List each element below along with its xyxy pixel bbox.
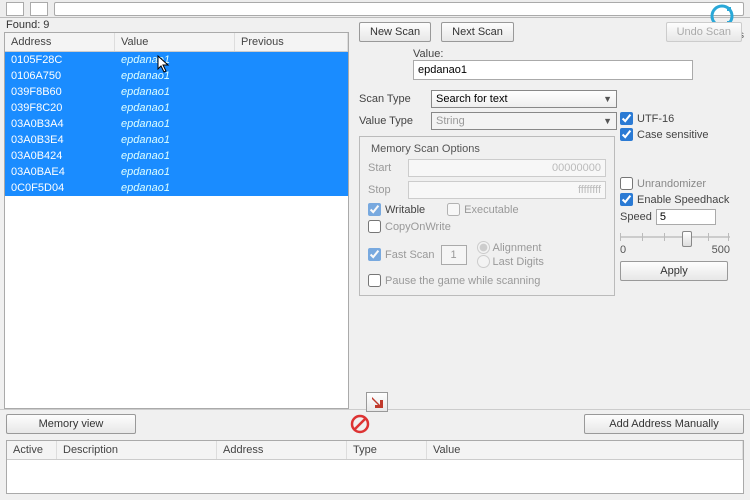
pause-checkbox[interactable]: Pause the game while scanning: [368, 274, 540, 287]
cell-value: epdanao1: [115, 180, 235, 196]
cell-previous: [235, 132, 348, 148]
progress-bar: [54, 2, 744, 16]
speed-label: Speed: [620, 211, 652, 223]
add-to-list-button[interactable]: [366, 392, 388, 412]
results-table[interactable]: Address Value Previous 0105F28Cepdanao10…: [4, 32, 349, 409]
table-row[interactable]: 03A0BAE4epdanao1: [5, 164, 348, 180]
chevron-down-icon: ▼: [603, 94, 612, 104]
table-row[interactable]: 039F8B60epdanao1: [5, 84, 348, 100]
cell-value: epdanao1: [115, 132, 235, 148]
value-type-combo: String▼: [431, 112, 617, 130]
cell-address: 03A0B3E4: [5, 132, 115, 148]
arrow-down-right-icon: [370, 395, 384, 409]
start-input: [408, 159, 606, 177]
executable-checkbox[interactable]: Executable: [447, 203, 518, 216]
address-list[interactable]: Active Description Address Type Value: [6, 440, 744, 494]
table-row[interactable]: 0105F28Cepdanao1: [5, 52, 348, 68]
table-row[interactable]: 0C0F5D04epdanao1: [5, 180, 348, 196]
speed-input[interactable]: [656, 209, 716, 225]
alignment-radio[interactable]: Alignment: [477, 241, 544, 254]
new-scan-button[interactable]: New Scan: [359, 22, 431, 42]
cell-address: 0105F28C: [5, 52, 115, 68]
scan-type-combo[interactable]: Search for text▼: [431, 90, 617, 108]
cell-previous: [235, 52, 348, 68]
cell-value: epdanao1: [115, 52, 235, 68]
col-value[interactable]: Value: [427, 441, 743, 459]
cell-previous: [235, 148, 348, 164]
col-type[interactable]: Type: [347, 441, 427, 459]
speed-slider[interactable]: 0500: [620, 230, 730, 256]
value-label: Value:: [413, 48, 742, 60]
table-row[interactable]: 03A0B424epdanao1: [5, 148, 348, 164]
found-count: Found: 9: [0, 18, 353, 32]
fastscan-checkbox[interactable]: Fast Scan: [368, 248, 435, 261]
cell-address: 0106A750: [5, 68, 115, 84]
col-address[interactable]: Address: [217, 441, 347, 459]
memory-view-button[interactable]: Memory view: [6, 414, 136, 434]
toolbar-icon-2[interactable]: [30, 2, 48, 16]
cell-value: epdanao1: [115, 68, 235, 84]
table-row[interactable]: 0106A750epdanao1: [5, 68, 348, 84]
cell-value: epdanao1: [115, 84, 235, 100]
scan-type-label: Scan Type: [359, 93, 425, 105]
lastdigits-radio[interactable]: Last Digits: [477, 255, 544, 268]
unrandomizer-checkbox[interactable]: Unrandomizer: [620, 177, 740, 190]
speedhack-checkbox[interactable]: Enable Speedhack: [620, 193, 740, 206]
value-input[interactable]: [413, 60, 693, 80]
utf16-checkbox[interactable]: UTF-16: [620, 112, 740, 125]
next-scan-button[interactable]: Next Scan: [441, 22, 514, 42]
table-row[interactable]: 03A0B3E4epdanao1: [5, 132, 348, 148]
toolbar-icon-1[interactable]: [6, 2, 24, 16]
col-header-value[interactable]: Value: [115, 33, 235, 51]
cell-address: 03A0BAE4: [5, 164, 115, 180]
copyonwrite-checkbox[interactable]: CopyOnWrite: [368, 220, 451, 233]
cell-address: 039F8B60: [5, 84, 115, 100]
value-type-label: Value Type: [359, 115, 425, 127]
col-description[interactable]: Description: [57, 441, 217, 459]
apply-button[interactable]: Apply: [620, 261, 728, 281]
col-header-address[interactable]: Address: [5, 33, 115, 51]
col-active[interactable]: Active: [7, 441, 57, 459]
cell-value: epdanao1: [115, 116, 235, 132]
cell-previous: [235, 164, 348, 180]
cell-value: epdanao1: [115, 164, 235, 180]
writable-checkbox[interactable]: Writable: [368, 203, 425, 216]
cell-address: 0C0F5D04: [5, 180, 115, 196]
cell-address: 039F8C20: [5, 100, 115, 116]
memory-options-legend: Memory Scan Options: [368, 143, 483, 155]
cell-previous: [235, 68, 348, 84]
case-checkbox[interactable]: Case sensitive: [620, 128, 740, 141]
table-row[interactable]: 03A0B3A4epdanao1: [5, 116, 348, 132]
start-label: Start: [368, 162, 402, 174]
no-entry-icon[interactable]: [349, 413, 371, 435]
table-row[interactable]: 039F8C20epdanao1: [5, 100, 348, 116]
undo-scan-button: Undo Scan: [666, 22, 742, 42]
cell-address: 03A0B424: [5, 148, 115, 164]
cell-previous: [235, 100, 348, 116]
add-address-manually-button[interactable]: Add Address Manually: [584, 414, 744, 434]
col-header-previous[interactable]: Previous: [235, 33, 348, 51]
cell-address: 03A0B3A4: [5, 116, 115, 132]
cell-previous: [235, 116, 348, 132]
cell-previous: [235, 84, 348, 100]
fastscan-value: [441, 245, 467, 265]
stop-label: Stop: [368, 184, 402, 196]
chevron-down-icon: ▼: [603, 116, 612, 126]
stop-input: [408, 181, 606, 199]
cell-value: epdanao1: [115, 148, 235, 164]
cell-value: epdanao1: [115, 100, 235, 116]
cell-previous: [235, 180, 348, 196]
